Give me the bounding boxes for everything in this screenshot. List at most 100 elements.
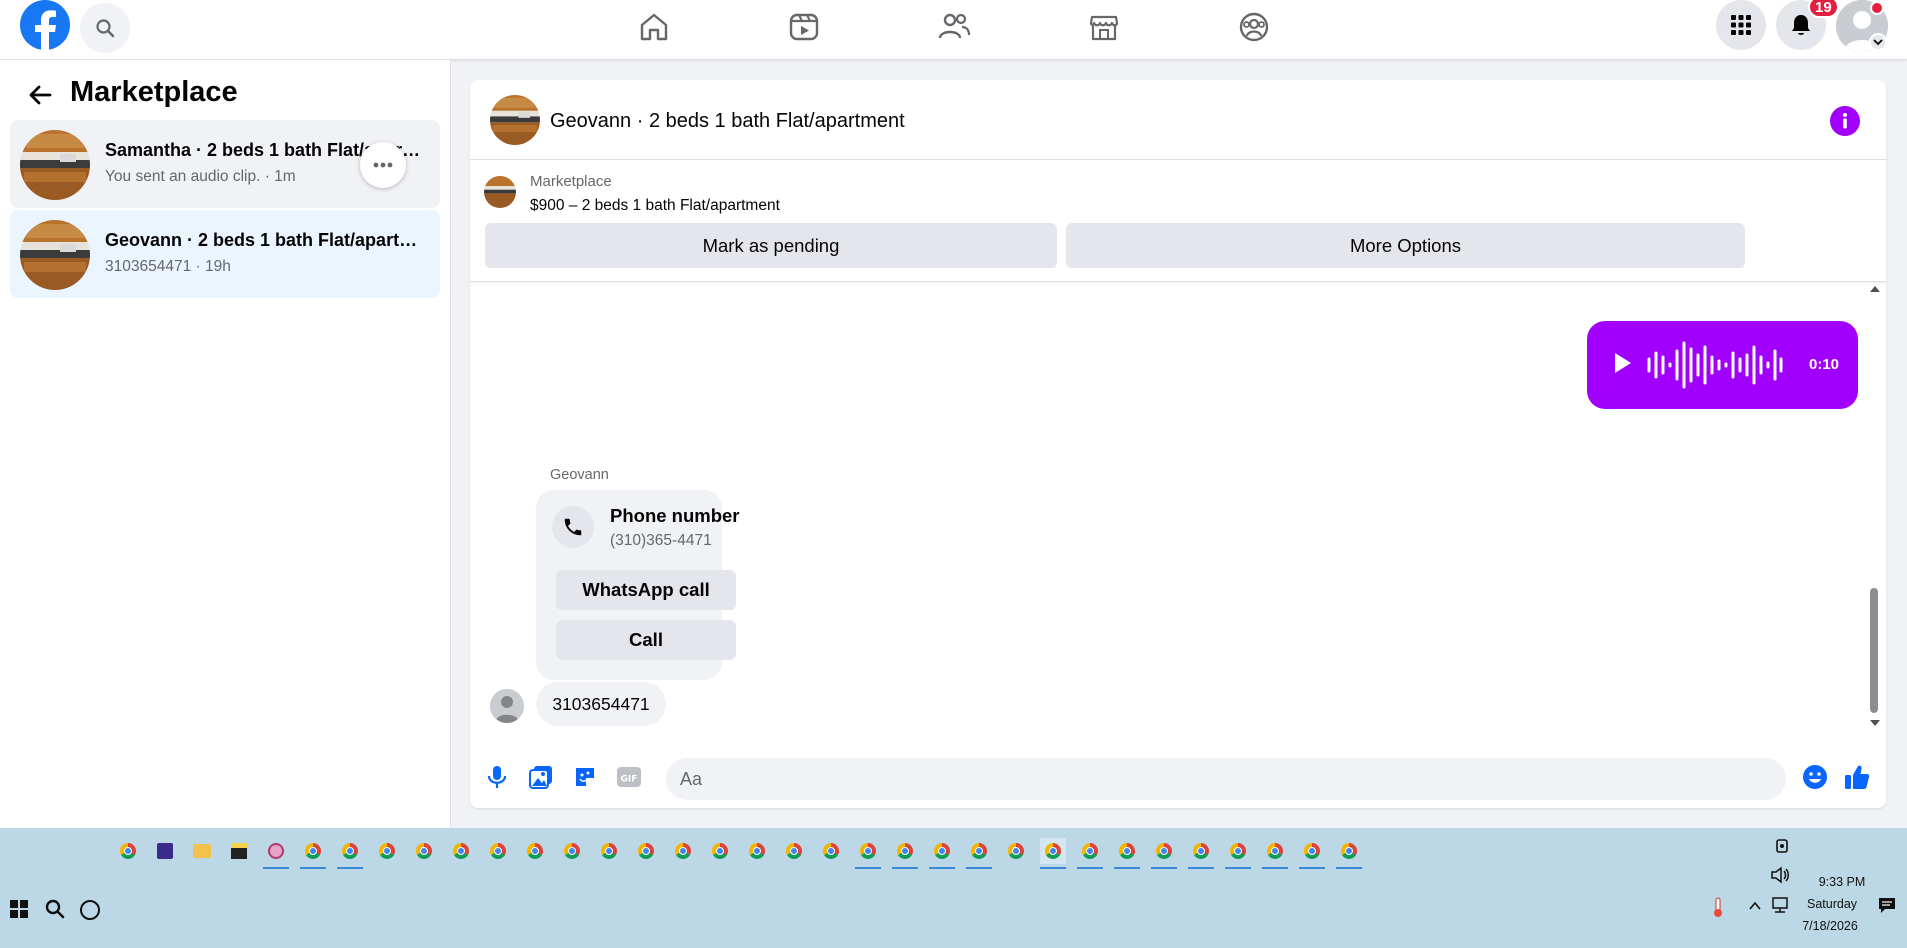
volume-icon[interactable] [1770,866,1790,884]
conversation-title: Geovann · 2 beds 1 bath Flat/apartment [105,230,425,250]
listing-thumbnail[interactable] [490,95,540,145]
menu-grid-icon[interactable] [1716,0,1766,50]
search-icon[interactable] [80,3,130,53]
chrome-icon[interactable] [929,838,955,869]
back-arrow-icon[interactable] [25,80,55,110]
chrome-icon[interactable] [781,838,807,864]
chrome-icon[interactable] [115,838,141,864]
notification-count-badge: 19 [1808,0,1839,18]
windows-start-icon[interactable] [10,900,28,918]
chrome-icon[interactable] [411,838,437,864]
message-composer: GIF [470,748,1886,808]
windows-taskbar [0,828,1907,948]
chrome-icon[interactable] [448,838,474,864]
chrome-icon[interactable] [522,838,548,864]
play-icon[interactable] [1615,353,1631,373]
chrome-icon[interactable] [818,838,844,864]
notification-center-icon[interactable] [1878,896,1896,914]
sidebar-title: Marketplace [70,76,238,108]
listing-category: Marketplace [530,173,612,190]
taskbar-date[interactable]: 7/18/2026 [1798,919,1862,933]
groups-icon[interactable] [1231,4,1277,50]
chrome-icon[interactable] [485,838,511,864]
conversation-sidebar: Marketplace Samantha · 2 beds 1 bath Fla… [0,60,451,828]
phone-icon [552,506,594,548]
more-options-button[interactable]: More Options [1066,223,1745,268]
audio-duration: 0:10 [1809,356,1840,373]
chrome-icon[interactable] [1262,838,1288,869]
chrome-icon[interactable] [744,838,770,864]
friends-icon[interactable] [931,4,977,50]
chrome-icon[interactable] [1299,838,1325,869]
chrome-icon[interactable] [374,838,400,864]
network-icon[interactable] [1772,896,1792,914]
chrome-icon[interactable] [670,838,696,864]
facebook-logo-icon[interactable] [20,0,70,50]
sticker-icon[interactable] [570,762,600,792]
chat-header: Geovann · 2 beds 1 bath Flat/apartment [470,80,1886,160]
info-icon[interactable] [1830,106,1860,136]
scroll-up-arrow[interactable] [1870,286,1880,292]
call-button[interactable]: Call [556,620,736,660]
taskbar-day[interactable]: Saturday [1800,897,1864,911]
scrollbar-thumb[interactable] [1870,588,1878,713]
chrome-icon[interactable] [559,838,585,864]
chrome-icon[interactable] [966,838,992,869]
chrome-icon[interactable] [707,838,733,864]
file-explorer-icon[interactable] [189,838,215,864]
taskbar-time[interactable]: 9:33 PM [1810,875,1874,889]
chrome-icon[interactable] [1151,838,1177,869]
message-input[interactable] [666,758,1786,800]
chat-panel: Geovann · 2 beds 1 bath Flat/apartment M… [470,80,1886,808]
microphone-icon[interactable] [482,762,512,792]
chrome-icon[interactable] [633,838,659,864]
profile-alert-dot [1870,1,1884,15]
listing-price-title[interactable]: $900 – 2 beds 1 bath Flat/apartment [530,197,780,215]
task-view-icon[interactable] [80,900,100,920]
chrome-icon[interactable] [892,838,918,869]
gif-icon[interactable]: GIF [614,762,644,792]
video-icon[interactable] [781,4,827,50]
paint-icon[interactable] [263,838,289,869]
taskbar-apps [115,836,1635,869]
chevron-down-icon[interactable] [1869,33,1887,51]
chrome-icon[interactable] [300,838,326,869]
waveform-icon [1647,341,1783,389]
chrome-icon[interactable] [855,838,881,869]
phone-card-number: (310)365-4471 [610,532,712,549]
chrome-icon-active[interactable] [1040,838,1066,869]
photo-gallery-icon[interactable] [526,762,556,792]
chat-title[interactable]: Geovann · 2 beds 1 bath Flat/apartment [550,110,905,133]
whatsapp-call-button[interactable]: WhatsApp call [556,570,736,610]
chrome-icon[interactable] [1188,838,1214,869]
sticky-notes-icon[interactable] [226,838,252,864]
phone-card-title: Phone number [610,505,740,526]
listing-thumbnail [20,130,90,200]
more-options-icon[interactable] [360,142,406,188]
chrome-icon[interactable] [596,838,622,864]
weather-icon[interactable] [1710,896,1726,918]
chrome-icon[interactable] [1003,838,1029,864]
chrome-icon[interactable] [1225,838,1251,869]
mark-as-pending-button[interactable]: Mark as pending [485,223,1057,268]
marketplace-icon[interactable] [1081,4,1127,50]
app-icon[interactable] [152,838,178,864]
emoji-icon[interactable] [1800,762,1830,792]
sender-avatar[interactable] [490,689,524,723]
chrome-icon[interactable] [1336,838,1362,869]
top-navigation-bar: 19 [0,0,1907,60]
scroll-down-arrow[interactable] [1870,720,1880,726]
chrome-icon[interactable] [337,838,363,869]
taskbar-search-icon[interactable] [44,898,66,920]
sender-name: Geovann [550,467,609,483]
chrome-icon[interactable] [1114,838,1140,869]
conversation-snippet: You sent an audio clip. · 1m [105,168,296,185]
like-thumbs-up-icon[interactable] [1842,762,1872,792]
meet-now-icon[interactable] [1774,836,1790,856]
chrome-icon[interactable] [1077,838,1103,869]
conversation-item-samantha[interactable]: Samantha · 2 beds 1 bath Flat/apartment … [10,120,440,208]
home-icon[interactable] [631,4,677,50]
chevron-up-icon[interactable] [1748,900,1762,912]
listing-thumbnail [20,220,90,290]
conversation-item-geovann[interactable]: Geovann · 2 beds 1 bath Flat/apartment 3… [10,210,440,298]
